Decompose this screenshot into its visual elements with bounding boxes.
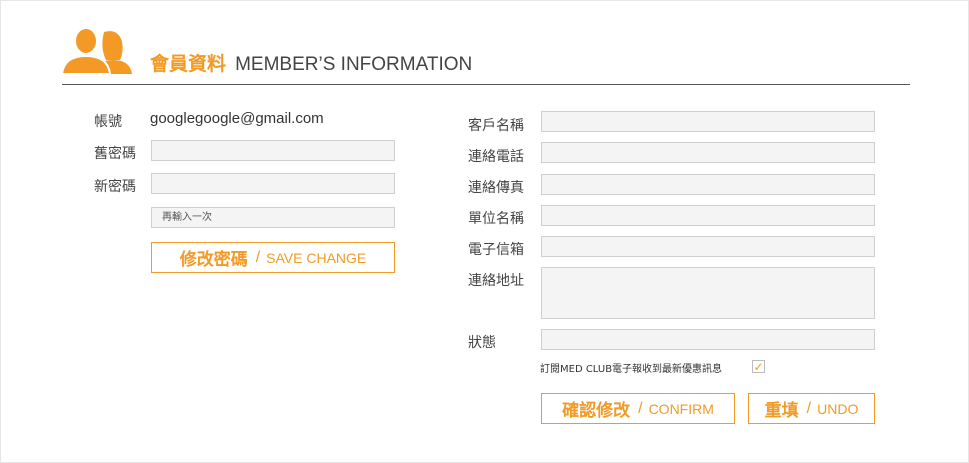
new-password-input[interactable] (151, 173, 395, 194)
confirm-password-input[interactable] (151, 207, 395, 228)
save-change-en: SAVE CHANGE (266, 249, 367, 266)
unit-name-label: 單位名稱 (468, 211, 524, 227)
fax-input[interactable] (541, 174, 875, 195)
undo-zh: 重填 (764, 401, 799, 421)
customer-name-input[interactable] (541, 111, 875, 132)
unit-name-input[interactable] (541, 205, 875, 226)
fax-label: 連絡傳真 (468, 180, 524, 196)
subscribe-text: 訂閱MED CLUB電子報收到最新優惠訊息 (540, 364, 723, 375)
old-password-input[interactable] (151, 140, 395, 161)
undo-button[interactable]: 重填 / UNDO (748, 393, 875, 424)
separator: / (638, 399, 643, 417)
account-label: 帳號 (94, 114, 122, 130)
confirm-button[interactable]: 確認修改 / CONFIRM (541, 393, 735, 424)
status-label: 狀態 (468, 335, 496, 351)
confirm-zh: 確認修改 (562, 401, 631, 421)
customer-name-label: 客戶名稱 (468, 118, 524, 134)
page-title: 會員資料 MEMBER’S INFORMATION (150, 53, 472, 76)
old-password-label: 舊密碼 (94, 146, 136, 162)
separator: / (806, 399, 812, 417)
check-icon: ✓ (753, 359, 764, 374)
title-zh: 會員資料 (150, 53, 227, 75)
section-header: 會員資料 MEMBER’S INFORMATION (62, 26, 910, 85)
phone-label: 連絡電話 (468, 149, 524, 165)
address-label: 連絡地址 (468, 273, 524, 289)
address-textarea[interactable] (541, 267, 875, 319)
undo-en: UNDO (817, 400, 859, 417)
separator: / (255, 248, 261, 266)
confirm-en: CONFIRM (648, 400, 714, 417)
status-input[interactable] (541, 329, 875, 350)
save-change-zh: 修改密碼 (179, 250, 248, 270)
subscribe-checkbox[interactable]: ✓ (752, 360, 765, 373)
email-label: 電子信箱 (468, 242, 524, 258)
phone-input[interactable] (541, 142, 875, 163)
new-password-label: 新密碼 (94, 179, 136, 195)
title-en: MEMBER’S INFORMATION (235, 54, 473, 75)
account-value: googlegoogle@gmail.com (150, 110, 324, 127)
members-icon (62, 27, 132, 74)
save-change-button[interactable]: 修改密碼 / SAVE CHANGE (151, 242, 395, 273)
email-input[interactable] (541, 236, 875, 257)
